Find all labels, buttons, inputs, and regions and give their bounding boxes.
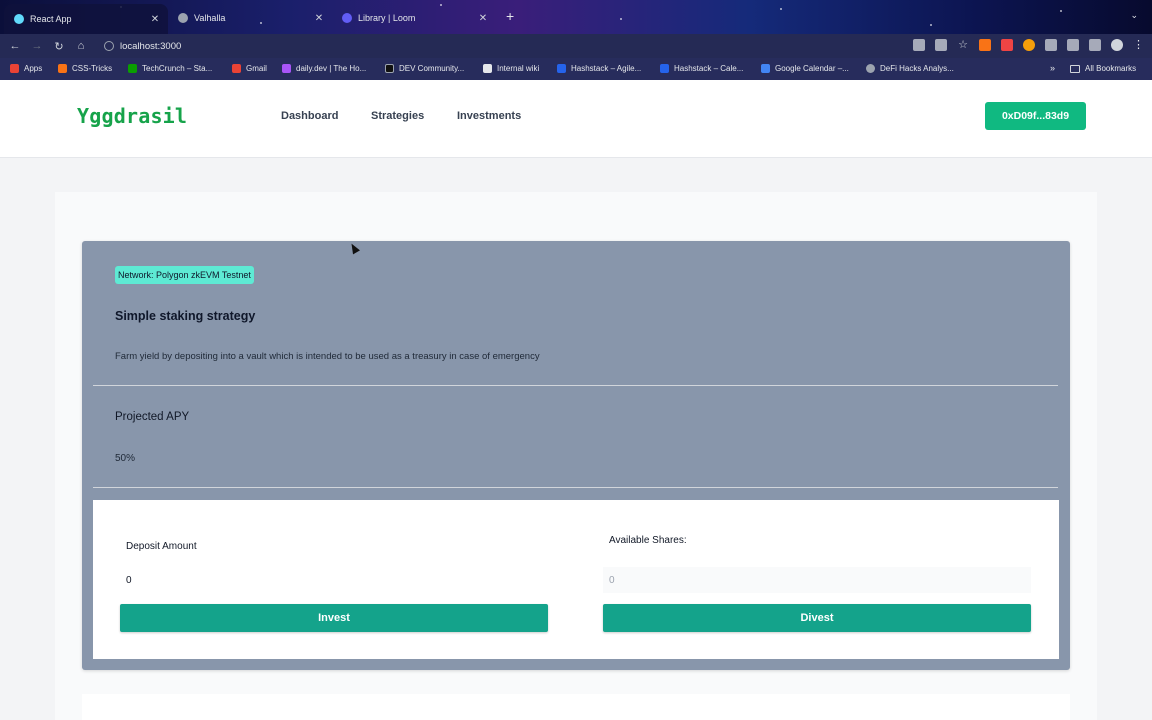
react-favicon-icon: [14, 14, 24, 24]
install-app-icon[interactable]: [913, 38, 925, 51]
site-info-icon[interactable]: [104, 41, 114, 51]
daily-dev-icon: [282, 64, 291, 73]
new-tab-plus-icon[interactable]: +: [506, 8, 514, 24]
bookmark-label: Apps: [24, 64, 43, 73]
share-icon[interactable]: [935, 38, 947, 51]
strategy-card: Network: Polygon zkEVM Testnet Simple st…: [82, 241, 1070, 670]
more-menu-icon[interactable]: ⋮: [1133, 38, 1144, 51]
bookmark-label: CSS-Tricks: [72, 64, 113, 73]
next-strategy-card: [82, 694, 1070, 720]
extension-icon[interactable]: [1045, 38, 1057, 51]
tab-title: Valhalla: [194, 13, 226, 23]
url-text: localhost:3000: [120, 40, 182, 52]
techcrunch-icon: [128, 64, 137, 73]
bookmark-label: Hashstack – Agile...: [571, 64, 642, 73]
nav-link-strategies[interactable]: Strategies: [371, 110, 424, 122]
css-tricks-icon: [58, 64, 67, 73]
bookmark-label: Internal wiki: [497, 64, 540, 73]
bookmark-internal-wiki[interactable]: Internal wiki: [483, 64, 539, 73]
bookmark-label: All Bookmarks: [1085, 64, 1137, 73]
invest-button[interactable]: Invest: [120, 604, 548, 632]
strategy-title: Simple staking strategy: [115, 309, 256, 323]
bookmark-label: Google Calendar –...: [775, 64, 849, 73]
tab-search-chevron-icon[interactable]: ⌄: [1130, 10, 1138, 21]
calendar-icon: [660, 64, 669, 73]
metamask-extension-icon[interactable]: [979, 38, 991, 51]
browser-toolbar: ← → ↻ ⌂ localhost:3000 ☆ ⋮: [0, 34, 1152, 58]
invest-panel: Deposit Amount Available Shares: Invest …: [93, 500, 1059, 659]
bookmark-label: Hashstack – Cale...: [674, 64, 744, 73]
home-icon[interactable]: ⌂: [70, 40, 92, 52]
browser-tab-strip: React App ✕ Valhalla ✕ Library | Loom ✕ …: [0, 0, 1152, 34]
browser-tab-react-app[interactable]: React App ✕: [4, 4, 168, 34]
bookmark-gmail[interactable]: Gmail: [232, 64, 267, 73]
bookmark-apps[interactable]: Apps: [10, 64, 42, 73]
address-bar[interactable]: localhost:3000: [100, 37, 900, 55]
toolbar-icons: ☆ ⋮: [913, 38, 1144, 51]
deposit-amount-input[interactable]: [120, 567, 548, 593]
loom-favicon-icon: [342, 13, 352, 23]
more-bookmarks-chevron[interactable]: »: [1050, 63, 1055, 73]
bookmark-google-calendar[interactable]: Google Calendar –...: [761, 64, 849, 73]
deposit-amount-label: Deposit Amount: [126, 541, 197, 552]
browser-tab-loom[interactable]: Library | Loom ✕: [332, 6, 496, 30]
tab-title: React App: [30, 14, 72, 24]
close-icon[interactable]: ✕: [476, 13, 490, 24]
reload-icon[interactable]: ↻: [48, 40, 70, 53]
app-logo[interactable]: Yggdrasil: [77, 104, 187, 128]
dev-icon: [385, 64, 394, 73]
close-icon[interactable]: ✕: [148, 14, 162, 25]
bookmark-label: TechCrunch – Sta...: [142, 64, 213, 73]
back-arrow-icon[interactable]: ←: [4, 40, 26, 52]
background-star: [1060, 10, 1062, 12]
nav-link-investments[interactable]: Investments: [457, 110, 521, 122]
folder-icon: [1070, 64, 1080, 73]
divider: [93, 487, 1058, 488]
bookmark-label: Gmail: [246, 64, 267, 73]
bookmarks-bar: Apps CSS-Tricks TechCrunch – Sta... Gmai…: [0, 58, 1152, 80]
close-icon[interactable]: ✕: [312, 13, 326, 24]
bookmark-label: daily.dev | The Ho...: [296, 64, 367, 73]
globe-favicon-icon: [178, 13, 188, 23]
globe-icon: [866, 64, 875, 73]
extension-icon[interactable]: [1023, 38, 1035, 51]
apy-label: Projected APY: [115, 411, 190, 423]
tab-title: Library | Loom: [358, 13, 416, 23]
network-badge: Network: Polygon zkEVM Testnet: [115, 266, 254, 284]
notion-icon: [483, 64, 492, 73]
bookmark-star-icon[interactable]: ☆: [957, 39, 969, 51]
divest-button[interactable]: Divest: [603, 604, 1031, 632]
strategy-description: Farm yield by depositing into a vault wh…: [115, 351, 540, 362]
app-header: Yggdrasil Dashboard Strategies Investmen…: [0, 80, 1152, 158]
puzzle-extensions-icon[interactable]: [1067, 38, 1079, 51]
bookmark-label: DeFi Hacks Analys...: [880, 64, 954, 73]
profile-avatar-icon[interactable]: [1111, 38, 1123, 51]
available-shares-input: [603, 567, 1031, 593]
wallet-address-button[interactable]: 0xD09f...83d9: [985, 102, 1086, 130]
bookmark-daily-dev[interactable]: daily.dev | The Ho...: [282, 64, 366, 73]
gmail-icon: [232, 64, 241, 73]
bookmark-defi-hacks[interactable]: DeFi Hacks Analys...: [866, 64, 954, 73]
all-bookmarks[interactable]: All Bookmarks: [1070, 64, 1136, 73]
apps-grid-icon: [10, 64, 19, 73]
bookmark-dev-community[interactable]: DEV Community...: [385, 64, 464, 73]
available-shares-label: Available Shares:: [609, 535, 687, 546]
extension-icon[interactable]: [1001, 38, 1013, 51]
bookmark-hashstack-calendar[interactable]: Hashstack – Cale...: [660, 64, 743, 73]
nav-link-dashboard[interactable]: Dashboard: [281, 110, 338, 122]
apy-value: 50%: [115, 453, 136, 464]
browser-tab-valhalla[interactable]: Valhalla ✕: [168, 6, 332, 30]
background-star: [620, 18, 622, 20]
jira-icon: [557, 64, 566, 73]
bookmark-css-tricks[interactable]: CSS-Tricks: [58, 64, 112, 73]
bookmark-techcrunch[interactable]: TechCrunch – Sta...: [128, 64, 212, 73]
divider: [93, 385, 1058, 386]
background-star: [930, 24, 932, 26]
bookmark-hashstack-agile[interactable]: Hashstack – Agile...: [557, 64, 641, 73]
side-panel-icon[interactable]: [1089, 38, 1101, 51]
bookmark-label: DEV Community...: [399, 64, 465, 73]
forward-arrow-icon[interactable]: →: [26, 40, 48, 52]
background-star: [780, 8, 782, 10]
google-calendar-icon: [761, 64, 770, 73]
